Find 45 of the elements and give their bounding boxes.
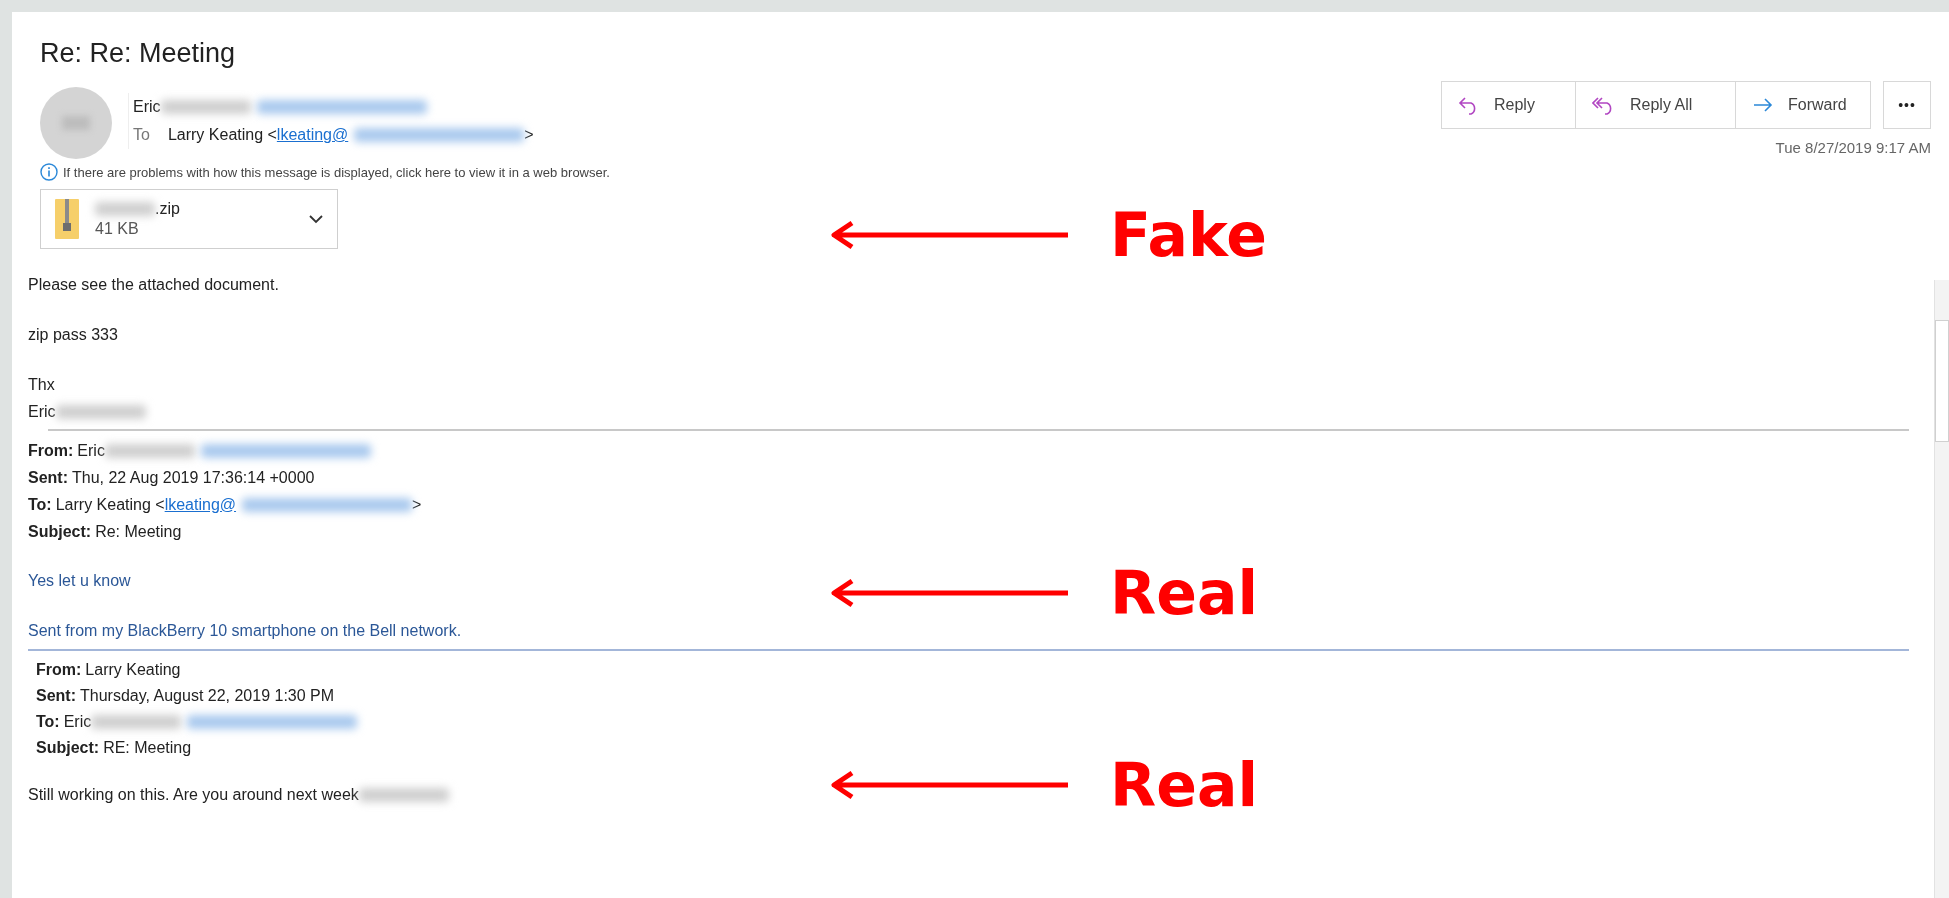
body-text: Still working on this. Are you around next week [28,786,359,804]
field-label: From: [28,441,74,460]
field-value: Larry Keating [85,661,181,679]
field-value: Eric [63,713,92,731]
field-label: Sent: [28,468,68,487]
file-size: 41 KB [95,220,140,238]
body-text: zip pass 333 [28,326,118,344]
field-label: To: [28,495,52,514]
field-label: Subject: [36,739,100,757]
sent-date: Tue 8/27/2019 9:17 AM [1775,139,1931,156]
body-text: Thx [28,375,55,394]
message-subject: Re: Re: Meeting [39,37,237,69]
recipient-text: Larry Keating < [167,126,277,144]
field-value: Eric [77,441,105,460]
annotation-label: Real [1110,750,1258,820]
field-value: Re: Meeting [95,522,182,541]
file-name: .zip [155,200,180,218]
annotation-label: Fake [1110,200,1267,270]
field-label: Subject: [28,522,92,541]
recipient-text: > [524,126,534,144]
more-button[interactable]: ••• [1883,81,1931,129]
body-text: Sent from my BlackBerry 10 smartphone on the Bell network. [28,622,462,640]
body-text: Please see the attached document. [28,276,279,294]
field-value: Larry Keating < [55,495,165,514]
scrollbar[interactable] [1934,280,1949,898]
info-message[interactable]: If there are problems with how this message is displayed, click here to view it in a web browser. [63,164,610,180]
redacted-text [95,202,155,216]
attachment-card[interactable]: .zip 41 KB [40,189,338,249]
sender-name: Eric [133,98,161,116]
info-icon [40,163,58,181]
field-value: > [412,495,422,514]
to-label: To [133,126,150,144]
field-value: RE: Meeting [103,739,192,757]
body-text: Yes let u know [28,572,131,590]
zip-folder-icon [55,199,79,239]
field-value: Thursday, August 22, 2019 1:30 PM [80,687,335,705]
field-label: To: [36,713,60,731]
field-label: Sent: [36,687,76,705]
annotation-label: Real [1110,558,1258,628]
email-link[interactable]: lkeating@ [276,126,349,144]
field-label: From: [36,661,82,679]
email-link[interactable]: lkeating@ [164,495,237,514]
chevron-down-icon [309,214,323,224]
body-text: Eric [28,402,56,421]
field-value: Thu, 22 Aug 2019 17:36:14 +0000 [72,468,315,487]
